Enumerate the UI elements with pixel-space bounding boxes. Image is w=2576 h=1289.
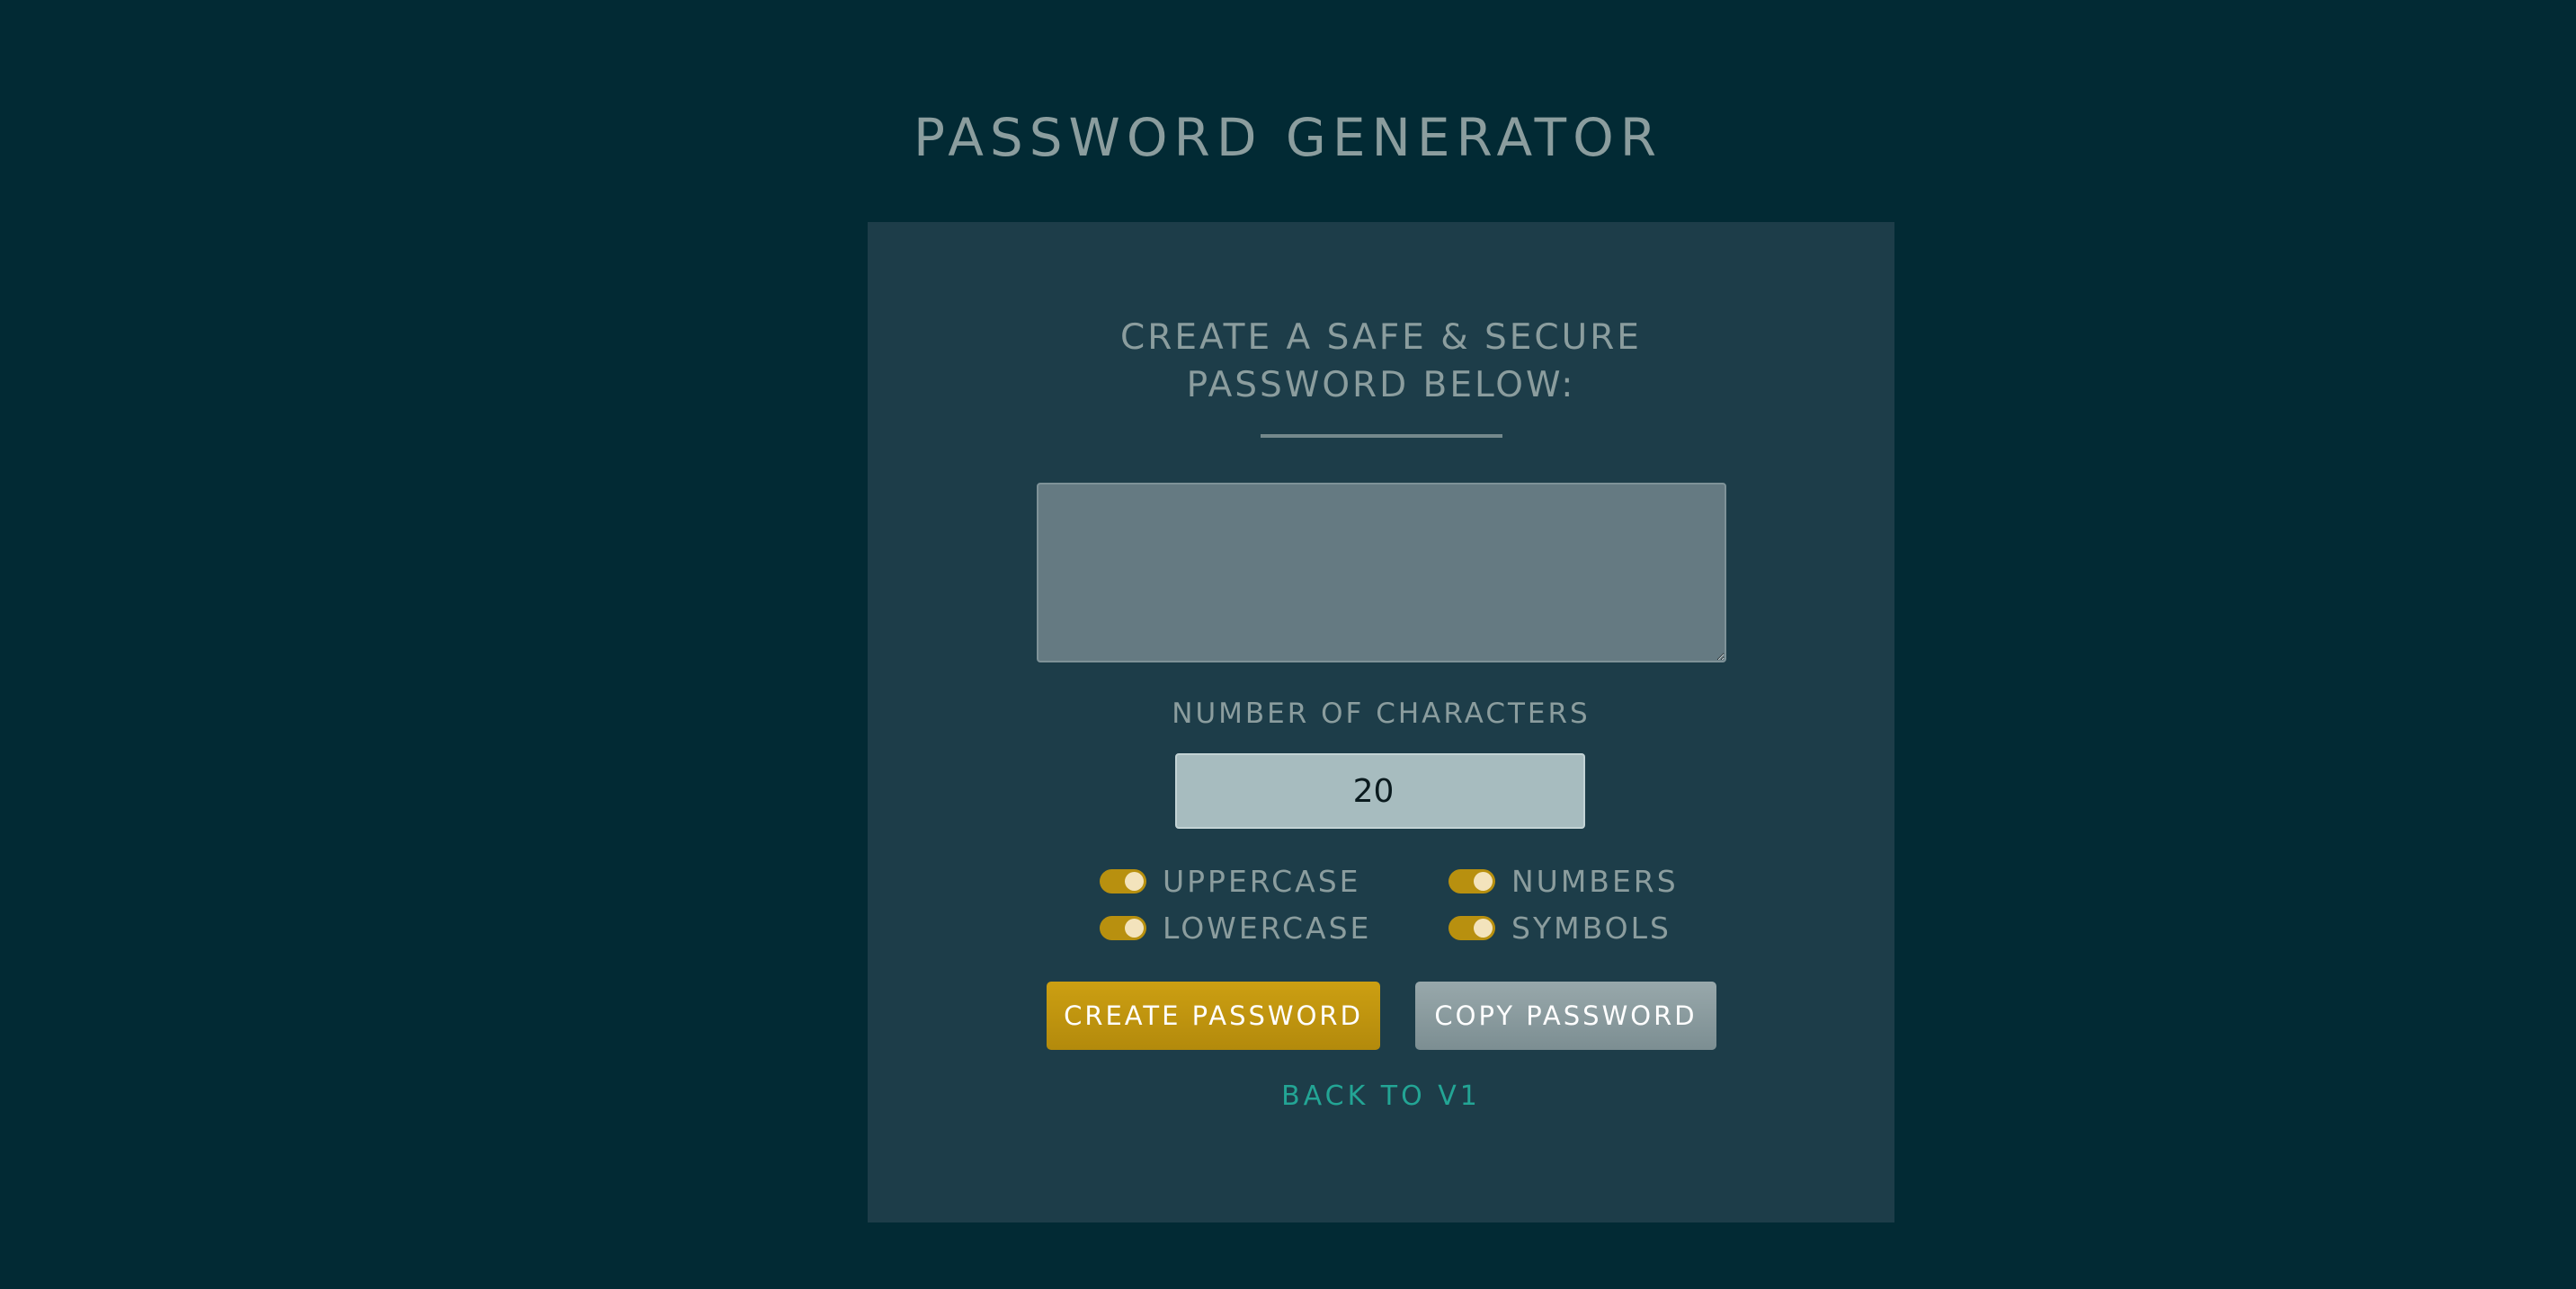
lowercase-toggle[interactable] [1100,915,1146,940]
option-lowercase: LOWERCASE [1100,910,1371,946]
numbers-label: NUMBERS [1511,863,1679,899]
length-label: NUMBER OF CHARACTERS [1172,698,1591,730]
length-input[interactable] [1175,753,1585,829]
toggle-knob [1125,871,1144,891]
password-output-textarea[interactable] [1037,483,1726,662]
page-title: PASSWORD GENERATOR [913,107,1663,168]
option-symbols: SYMBOLS [1448,910,1671,946]
lowercase-label: LOWERCASE [1163,910,1372,946]
symbols-toggle[interactable] [1448,915,1495,940]
card-heading-line-1: CREATE A SAFE & SECURE [1120,317,1642,358]
symbols-label: SYMBOLS [1511,910,1671,946]
card-heading: CREATE A SAFE & SECURE PASSWORD BELOW: [868,314,1894,409]
create-password-button[interactable]: CREATE PASSWORD [1047,982,1380,1050]
numbers-toggle[interactable] [1448,868,1495,893]
option-uppercase: UPPERCASE [1100,863,1361,899]
generator-card: CREATE A SAFE & SECURE PASSWORD BELOW: N… [868,222,1894,1222]
page: PASSWORD GENERATOR CREATE A SAFE & SECUR… [0,0,2576,1289]
toggle-knob [1474,918,1493,938]
toggle-knob [1474,871,1493,891]
heading-divider [1261,434,1502,438]
option-numbers: NUMBERS [1448,863,1679,899]
copy-password-button[interactable]: COPY PASSWORD [1415,982,1716,1050]
uppercase-label: UPPERCASE [1163,863,1361,899]
card-heading-line-2: PASSWORD BELOW: [1186,365,1576,405]
toggle-knob [1125,918,1144,938]
uppercase-toggle[interactable] [1100,868,1146,893]
back-to-v1-link[interactable]: BACK TO V1 [868,1079,1894,1115]
